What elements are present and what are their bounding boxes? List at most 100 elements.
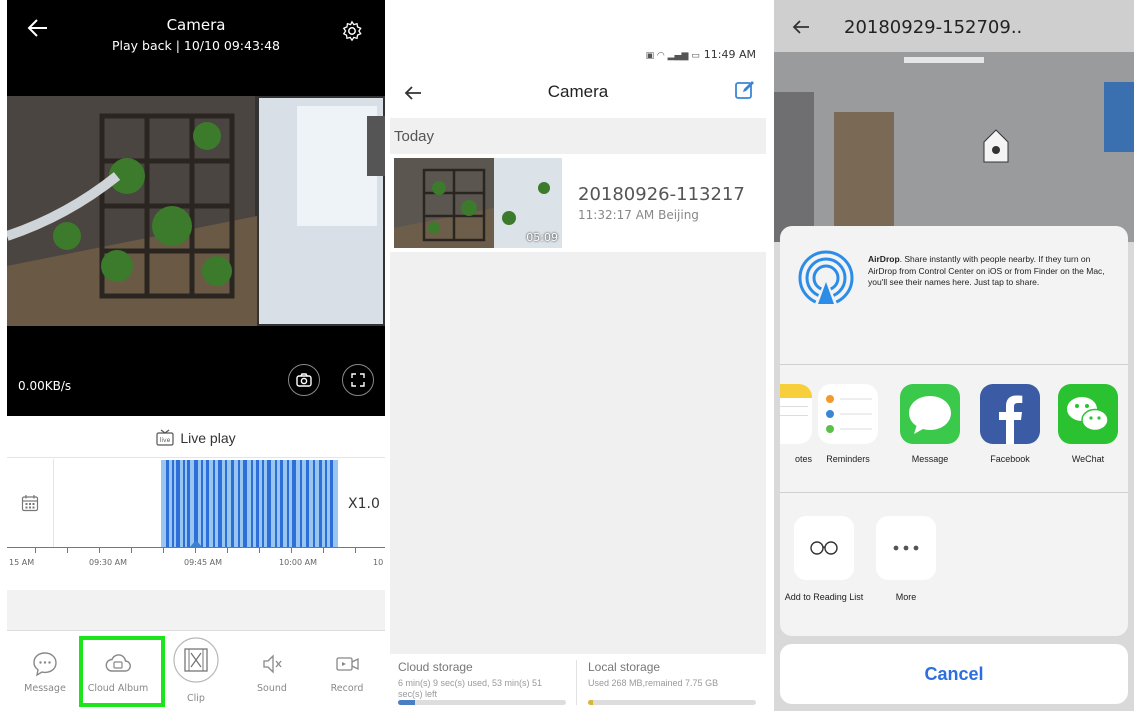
playback-header: Camera Play back | 10/10 09:43:48 xyxy=(7,0,385,96)
local-storage-panel[interactable]: Local storage Used 268 MB,remained 7.75 … xyxy=(588,654,758,711)
sound-button[interactable]: Sound xyxy=(234,631,310,711)
app-label: WeChat xyxy=(1071,454,1105,464)
add-to-reading-list-button[interactable]: Add to Reading List xyxy=(784,516,864,603)
timeline-tick xyxy=(131,547,132,553)
cloud-storage-label: Cloud storage xyxy=(398,660,473,674)
speaker-muted-icon xyxy=(263,654,282,674)
divider xyxy=(576,660,577,705)
recordings-header: Camera xyxy=(390,68,766,118)
local-storage-detail: Used 268 MB,remained 7.75 GB xyxy=(588,678,719,688)
timeline-tick xyxy=(67,547,68,553)
playback-timeline[interactable]: X1.0 15 AM 09:30 AM 09:45 AM 10:00 AM 10 xyxy=(7,459,385,589)
action-label: Add to Reading List xyxy=(784,592,864,602)
timeline-axis xyxy=(7,547,385,548)
glasses-icon xyxy=(794,516,854,580)
record-button[interactable]: Record xyxy=(309,631,385,711)
back-arrow-icon[interactable] xyxy=(790,16,812,38)
live-play-label: Live play xyxy=(180,429,236,446)
timeline-label: 15 AM xyxy=(9,558,35,567)
recording-thumbnail[interactable]: 05:09 xyxy=(394,158,562,248)
playhead-marker[interactable] xyxy=(190,540,202,547)
more-actions-button[interactable]: More xyxy=(866,516,946,603)
share-app-notes[interactable]: otes xyxy=(780,384,814,464)
action-label: More xyxy=(895,592,917,602)
clip-button[interactable]: Clip xyxy=(158,631,234,711)
snapshot-button[interactable] xyxy=(288,364,320,396)
recording-list-item[interactable]: 05:09 20180926-113217 11:32:17 AM Beijin… xyxy=(390,154,766,252)
timeline-tick xyxy=(35,547,36,553)
expand-icon xyxy=(351,373,365,387)
camera-icon xyxy=(296,373,312,387)
share-app-message[interactable]: Message xyxy=(898,384,962,464)
recording-time: 11:32:17 AM Beijing xyxy=(578,208,699,222)
wechat-icon xyxy=(1058,384,1118,444)
cloud-storage-bar xyxy=(398,700,566,705)
reminders-icon xyxy=(818,384,878,444)
toolbar-label: Sound xyxy=(257,683,287,694)
divider xyxy=(780,492,1128,493)
app-label: Reminders xyxy=(826,454,870,464)
timeline-zoom-level[interactable]: X1.0 xyxy=(348,496,380,512)
recording-duration: 05:09 xyxy=(526,231,558,244)
camera-video-feed[interactable] xyxy=(7,96,385,326)
spacer xyxy=(7,590,385,630)
office-preview-image xyxy=(774,52,1134,242)
tv-icon: live xyxy=(156,429,174,446)
local-storage-fill xyxy=(588,700,594,705)
app-label: otes xyxy=(794,454,812,464)
clip-film-icon xyxy=(173,637,219,683)
message-button[interactable]: Message xyxy=(7,631,83,711)
timeline-tick xyxy=(99,547,100,553)
share-sheet-screen: 20180929-152709.. AirDrop. Share instant… xyxy=(774,0,1134,711)
toolbar-label: Clip xyxy=(187,693,205,704)
cancel-button[interactable]: Cancel xyxy=(780,644,1128,704)
file-title: 20180929-152709.. xyxy=(844,17,1023,38)
status-icons: ▣ ◠ ▂▄▆ ▭ xyxy=(645,51,700,61)
gear-icon[interactable] xyxy=(341,20,363,42)
chat-bubble-icon xyxy=(33,652,57,677)
timeline-label: 09:30 AM xyxy=(89,558,127,567)
cloud-storage-fill xyxy=(398,700,415,705)
share-app-facebook[interactable]: Facebook xyxy=(978,384,1042,464)
recording-stripes xyxy=(166,460,333,547)
timeline-tick xyxy=(355,547,356,553)
calendar-button[interactable] xyxy=(7,459,54,547)
toolbar-label: Record xyxy=(330,683,364,694)
share-app-reminders[interactable]: Reminders xyxy=(816,384,880,464)
video-preview-background xyxy=(774,52,1134,242)
camera-recordings-screen: ▣ ◠ ▂▄▆ ▭ 11:49 AM Camera Today 05:09 201… xyxy=(390,0,766,711)
cloud-storage-detail: 6 min(s) 9 sec(s) used, 53 min(s) 51 sec… xyxy=(398,678,543,699)
calendar-icon xyxy=(21,495,39,512)
app-label: Message xyxy=(911,454,949,464)
bitrate-readout: 0.00KB/s xyxy=(18,379,72,393)
share-sheet: AirDrop. Share instantly with people nea… xyxy=(780,226,1128,636)
playback-timestamp: Play back | 10/10 09:43:48 xyxy=(111,38,281,53)
page-title: Camera xyxy=(547,82,609,101)
recorded-segments[interactable] xyxy=(161,460,338,547)
share-header: 20180929-152709.. xyxy=(774,0,1134,52)
cloud-storage-panel[interactable]: Cloud storage 6 min(s) 9 sec(s) used, 53… xyxy=(398,654,568,711)
timeline-tick xyxy=(163,547,164,553)
message-icon xyxy=(900,384,960,444)
timeline-tick xyxy=(195,547,196,553)
edit-icon[interactable] xyxy=(734,79,756,101)
timeline-label: 09:45 AM xyxy=(184,558,222,567)
app-label: Facebook xyxy=(990,454,1030,464)
fullscreen-button[interactable] xyxy=(342,364,374,396)
recording-name: 20180926-113217 xyxy=(578,184,745,205)
timeline-tick xyxy=(259,547,260,553)
live-play-button[interactable]: live Live play xyxy=(7,418,385,458)
more-dots-icon xyxy=(876,516,936,580)
storage-footer: Cloud storage 6 min(s) 9 sec(s) used, 53… xyxy=(390,654,766,711)
video-control-bar xyxy=(7,326,385,416)
cloud-album-highlight xyxy=(79,636,165,707)
airdrop-icon[interactable] xyxy=(796,248,856,308)
airdrop-description: AirDrop. Share instantly with people nea… xyxy=(868,254,1105,287)
share-app-wechat[interactable]: WeChat xyxy=(1056,384,1120,464)
notes-icon xyxy=(780,384,812,444)
local-storage-label: Local storage xyxy=(588,660,661,674)
video-frame-image xyxy=(7,96,385,326)
status-time: ▣ ◠ ▂▄▆ ▭ 11:49 AM xyxy=(645,48,756,61)
toolbar-label: Message xyxy=(24,683,66,694)
timeline-tick xyxy=(291,547,292,553)
